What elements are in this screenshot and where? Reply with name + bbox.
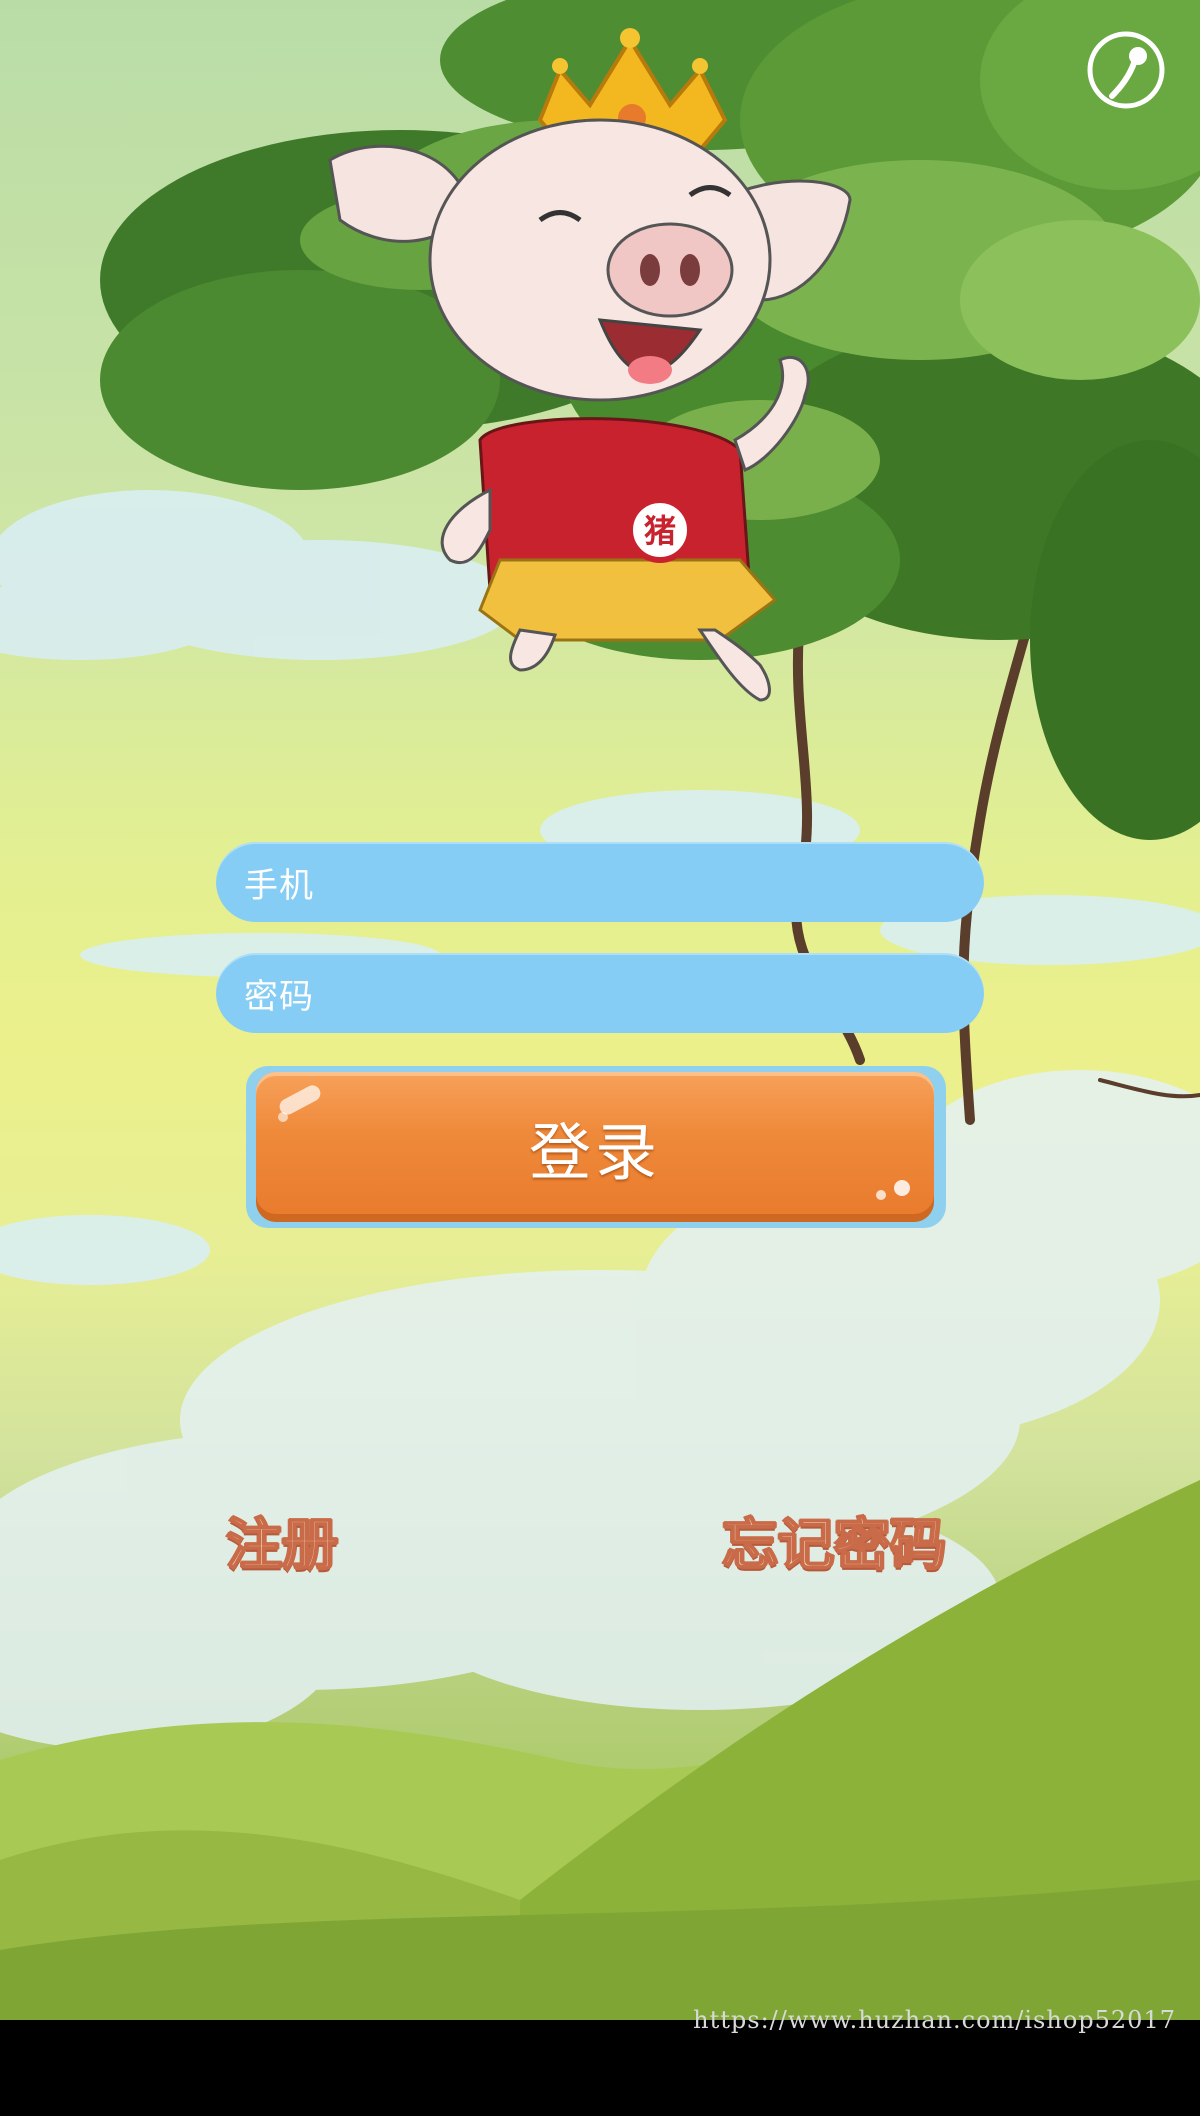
phone-input[interactable]: 手机 xyxy=(216,842,984,922)
background-scene: 猪 手机 密码 登录 注册 忘记密码 xyxy=(0,0,1200,2020)
password-input-placeholder: 密码 xyxy=(244,976,314,1017)
pig-badge-text: 猪 xyxy=(644,512,676,550)
login-button-label: 登录 xyxy=(528,1116,661,1189)
login-button-face: 登录 xyxy=(256,1072,934,1222)
register-link[interactable]: 注册 xyxy=(225,1500,339,1581)
password-input[interactable]: 密码 xyxy=(216,953,984,1033)
help-icon xyxy=(1087,31,1165,109)
forgot-password-link[interactable]: 忘记密码 xyxy=(721,1500,947,1581)
phone-input-placeholder: 手机 xyxy=(244,865,314,906)
watermark-text: https://www.huzhan.com/ishop52017 xyxy=(693,2006,1176,2034)
help-button[interactable] xyxy=(1086,30,1166,110)
login-button[interactable]: 登录 xyxy=(246,1066,946,1228)
bottom-bar xyxy=(0,2020,1200,2116)
